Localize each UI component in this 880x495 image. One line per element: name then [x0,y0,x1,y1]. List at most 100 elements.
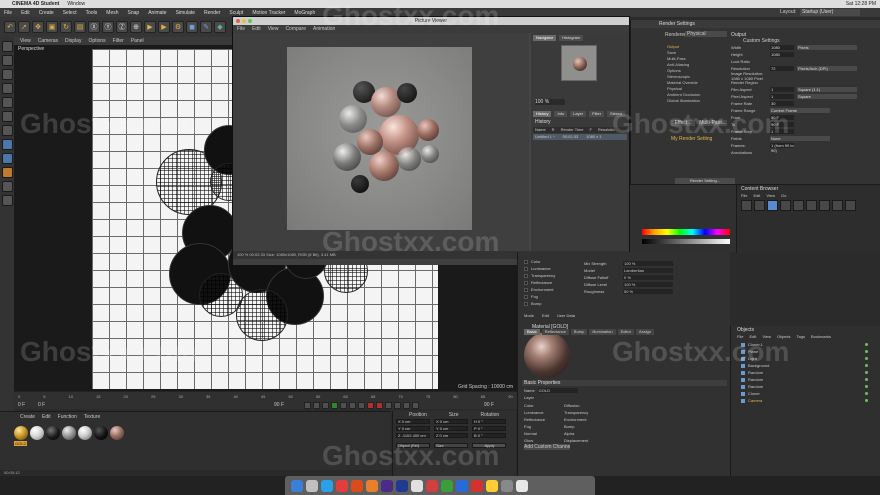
pv-subtab[interactable]: Info [554,111,568,117]
pv-menu-item[interactable]: Animation [313,26,335,32]
cb-menu-item[interactable]: Go [781,193,786,198]
viewport-menu-item[interactable]: Filter [113,38,124,44]
pv-subtab[interactable]: Stereo [607,111,625,117]
material-menu-item[interactable]: Texture [84,414,100,420]
size-y-field[interactable]: Y 0 cm [434,426,468,431]
brightness-strip[interactable] [642,239,730,244]
apply-button[interactable]: Apply [472,443,506,448]
basic-channel-right[interactable]: Transparency [558,409,588,416]
material-swatch[interactable] [62,426,76,440]
viewport-menu-item[interactable]: Options [88,38,105,44]
scale-icon[interactable]: ▣ [46,21,58,33]
keyframe-sel-icon[interactable] [385,402,392,409]
material-preview[interactable] [524,332,570,378]
object-row[interactable]: Light [731,355,880,362]
tab-navigator[interactable]: Navigator [533,35,557,41]
rs-field-dropdown[interactable]: None [770,136,830,141]
basic-channel-left[interactable]: Normal [518,430,545,437]
material-swatch[interactable] [78,426,92,440]
channel-checkbox[interactable] [524,294,528,299]
history-row[interactable]: Untitled 1 * 00:02:33 1080 x 1 [533,134,627,140]
rs-list-item[interactable]: Global Illumination [667,98,725,104]
maximize-icon[interactable] [248,19,252,23]
position-key-icon[interactable] [394,402,401,409]
next-key-icon[interactable] [349,402,356,409]
pv-menu-item[interactable]: File [237,26,245,32]
pv-menu-item[interactable]: View [268,26,279,32]
object-row[interactable]: Camera [731,397,880,404]
autokey-icon[interactable] [376,402,383,409]
grid-icon[interactable] [1,195,13,206]
pos-x-field[interactable]: X 0 cm [396,419,430,424]
coord-system-icon[interactable]: ⊕ [130,21,142,33]
attr-menu-item[interactable]: User Data [557,313,575,318]
go-start-icon[interactable] [304,402,311,409]
channel-label[interactable]: Color [531,259,541,264]
channel-label[interactable]: Bump [531,301,541,306]
workplane-icon[interactable] [1,83,13,94]
timeline[interactable]: 0 5 10 15 20 25 30 35 40 45 50 55 60 65 70 75 80 85 90 0 F… [14,391,517,409]
visibility-dot[interactable] [865,392,868,395]
x-axis-icon[interactable]: Ⓧ [88,21,100,33]
objects-menu-item[interactable]: Tags [797,334,805,339]
add-custom-channel-button[interactable]: Add Custom Channel [524,444,570,450]
render-settings-icon[interactable]: ⚙ [172,21,184,33]
pen-icon[interactable]: ✎ [200,21,212,33]
visibility-dot[interactable] [865,399,868,402]
material-swatch[interactable] [110,426,124,440]
pv-titlebar[interactable]: Picture Viewer [233,17,629,25]
rotation-key-icon[interactable] [412,402,419,409]
make-editable-icon[interactable] [1,41,13,52]
dock-app-icon[interactable] [426,479,438,492]
rs-field-value[interactable]: 90 F [770,115,794,120]
viewport-menu-item[interactable]: Panel [131,38,144,44]
dock-app-icon[interactable] [336,479,348,492]
subdivision-icon[interactable]: ◆ [214,21,226,33]
cb-menu-item[interactable]: File [741,193,747,198]
rs-field-value[interactable]: 1 [770,129,794,134]
object-row[interactable]: Background [731,362,880,369]
material-menu-item[interactable]: Edit [42,414,51,420]
prev-key-icon[interactable] [313,402,320,409]
rs-field-dropdown[interactable]: Square (1:1) [797,87,857,92]
attr-menu-item[interactable]: Mode [524,313,534,318]
channel-label[interactable]: Luminance [531,266,551,271]
preset-thumb[interactable] [780,200,791,211]
cb-menu-item[interactable]: Edit [753,193,760,198]
basic-channel-left[interactable]: Fog [518,423,545,430]
name-field[interactable]: GOLD [537,388,578,393]
menu-item[interactable]: Animate [148,10,166,16]
objects-menu-item[interactable]: Bookmarks [811,334,831,339]
rs-field-dropdown[interactable]: Pixels [797,45,857,50]
visibility-dot[interactable] [865,364,868,367]
prop-value[interactable]: 0 % [623,275,673,280]
dock-app-icon[interactable] [381,479,393,492]
material-swatch[interactable] [46,426,60,440]
rs-field-value[interactable]: 1 [770,87,794,92]
object-row[interactable]: Plane [731,348,880,355]
move-icon[interactable]: ✥ [32,21,44,33]
rs-field-dropdown[interactable]: Current Frame [770,108,830,113]
pos-z-field[interactable]: Z -1102.400 cm [396,433,430,438]
preset-thumb[interactable] [832,200,843,211]
texture-mode-icon[interactable] [1,69,13,80]
channel-checkbox[interactable] [524,287,528,292]
dock-app-icon[interactable] [441,479,453,492]
menu-item[interactable]: File [4,10,12,16]
object-row[interactable]: Random [731,376,880,383]
dock-app-icon[interactable] [321,479,333,492]
layout-dropdown[interactable]: Startup (User) [800,9,860,16]
rs-field-value[interactable]: 1080 [770,52,794,57]
menu-item[interactable]: Motion Tracker [252,10,285,16]
menu-item[interactable]: Mesh [106,10,118,16]
rs-field-value[interactable]: 90 F [770,122,794,127]
workplane-lock-icon[interactable] [1,181,13,192]
basic-channel-left[interactable]: Color [518,402,545,409]
pv-subtab[interactable]: History [533,111,552,117]
size-z-field[interactable]: Z 0 cm [434,433,468,438]
tab-histogram[interactable]: Histogram [559,35,584,41]
last-used-icon[interactable]: ▤ [74,21,86,33]
preset-thumb[interactable] [819,200,830,211]
dock-app-icon[interactable] [351,479,363,492]
zoom-field[interactable]: 100 % [535,99,565,105]
